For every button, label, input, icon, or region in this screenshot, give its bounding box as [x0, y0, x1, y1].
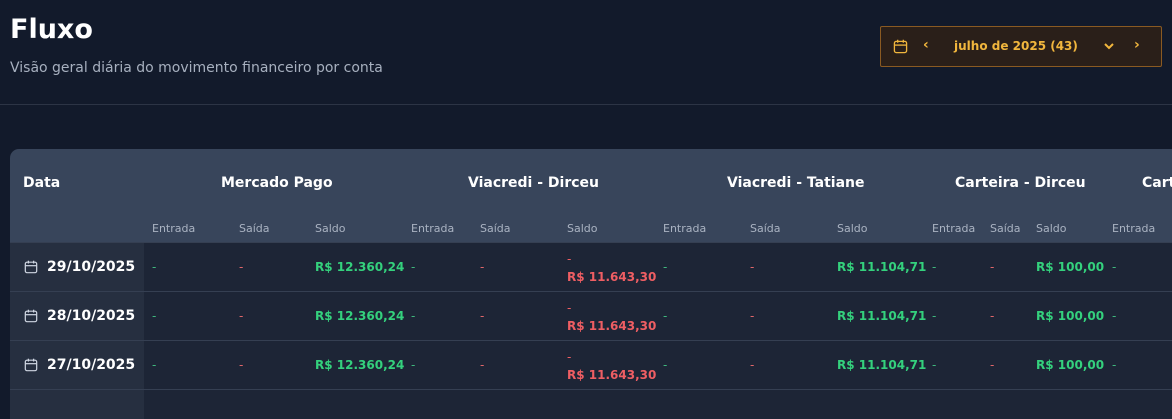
vd-saida: -: [480, 309, 485, 323]
subheader-saida: Saída: [990, 222, 1021, 235]
calendar-icon: [893, 39, 908, 54]
negative-sign: -: [567, 301, 572, 315]
vd-saldo-value: R$ 11.643,30: [567, 368, 657, 382]
mp-saida: -: [239, 358, 244, 372]
vd-saldo-value: R$ 11.643,30: [567, 270, 657, 284]
vd-entrada: -: [411, 260, 416, 274]
subheader-saida: Saída: [750, 222, 781, 235]
page-title: Fluxo: [10, 14, 93, 45]
vd-entrada: -: [411, 309, 416, 323]
page-subtitle: Visão geral diária do movimento financei…: [10, 60, 383, 76]
vd-saida: -: [480, 358, 485, 372]
subheader-saldo: Saldo: [1036, 222, 1067, 235]
cd-entrada: -: [932, 358, 937, 372]
account-header-mercado-pago: Mercado Pago: [221, 175, 333, 191]
row-date: 27/10/2025: [47, 357, 136, 373]
row-date: 29/10/2025: [47, 259, 136, 275]
cd-entrada: -: [932, 309, 937, 323]
calendar-icon: [24, 309, 38, 323]
chevron-left-icon[interactable]: ‹: [923, 37, 929, 53]
c2-entrada: -: [1112, 260, 1117, 274]
date-cell: 27/10/2025: [10, 341, 144, 389]
negative-sign: -: [567, 350, 572, 364]
subheader-saldo: Saldo: [315, 222, 346, 235]
table-row[interactable]: 27/10/2025 - - R$ 12.360,24 - - - R$ 11.…: [10, 340, 1172, 389]
cd-saida: -: [990, 260, 995, 274]
vt-entrada: -: [663, 358, 668, 372]
flow-table: Data Mercado Pago Viacredi - Dirceu Viac…: [10, 149, 1172, 419]
cd-saida: -: [990, 358, 995, 372]
vd-entrada: -: [411, 358, 416, 372]
calendar-icon: [24, 260, 38, 274]
subheader-entrada: Entrada: [411, 222, 455, 235]
table-row[interactable]: 28/10/2025 - - R$ 12.360,24 - - - R$ 11.…: [10, 291, 1172, 340]
mp-entrada: -: [152, 260, 157, 274]
vd-saldo: - R$ 11.643,30: [567, 250, 656, 286]
vt-entrada: -: [663, 309, 668, 323]
subheader-saida: Saída: [239, 222, 270, 235]
chevron-right-icon[interactable]: ›: [1134, 37, 1140, 53]
table-row[interactable]: 29/10/2025 - - R$ 12.360,24 - - - R$ 11.…: [10, 242, 1172, 291]
c2-entrada: -: [1112, 309, 1117, 323]
account-header-cart: Cart: [1142, 175, 1172, 191]
vd-saldo: - R$ 11.643,30: [567, 348, 656, 384]
vt-saldo: R$ 11.104,71: [837, 309, 927, 323]
vt-saldo: R$ 11.104,71: [837, 358, 927, 372]
date-cell: [10, 390, 144, 419]
account-header-carteira-dirceu: Carteira - Dirceu: [955, 175, 1086, 191]
row-date: 28/10/2025: [47, 308, 136, 324]
vd-saida: -: [480, 260, 485, 274]
subheader-saldo: Saldo: [567, 222, 598, 235]
mp-saida: -: [239, 260, 244, 274]
cd-saldo: R$ 100,00: [1036, 260, 1105, 274]
column-header-date: Data: [23, 175, 61, 191]
subheader-entrada: Entrada: [1112, 222, 1156, 235]
subheader-saldo: Saldo: [837, 222, 868, 235]
c2-entrada: -: [1112, 358, 1117, 372]
chevron-down-icon[interactable]: [1103, 40, 1115, 52]
cd-saldo: R$ 100,00: [1036, 358, 1105, 372]
period-selector[interactable]: ‹ julho de 2025 (43) ›: [880, 26, 1162, 67]
vd-saldo-value: R$ 11.643,30: [567, 319, 657, 333]
date-cell: 28/10/2025: [10, 292, 144, 340]
vt-saida: -: [750, 309, 755, 323]
vt-saida: -: [750, 260, 755, 274]
table-header: Data Mercado Pago Viacredi - Dirceu Viac…: [10, 149, 1172, 242]
negative-sign: -: [567, 252, 572, 266]
vt-saida: -: [750, 358, 755, 372]
vt-saldo: R$ 11.104,71: [837, 260, 927, 274]
mp-saida: -: [239, 309, 244, 323]
date-cell: 29/10/2025: [10, 243, 144, 291]
account-header-viacredi-dirceu: Viacredi - Dirceu: [468, 175, 599, 191]
subheader-entrada: Entrada: [663, 222, 707, 235]
cd-saldo: R$ 100,00: [1036, 309, 1105, 323]
subheader-entrada: Entrada: [152, 222, 196, 235]
mp-saldo: R$ 12.360,24: [315, 309, 405, 323]
mp-saldo: R$ 12.360,24: [315, 260, 405, 274]
subheader-saida: Saída: [480, 222, 511, 235]
table-row[interactable]: [10, 389, 1172, 419]
cd-saida: -: [990, 309, 995, 323]
account-header-viacredi-tatiane: Viacredi - Tatiane: [727, 175, 865, 191]
cd-entrada: -: [932, 260, 937, 274]
vd-saldo: - R$ 11.643,30: [567, 299, 656, 335]
mp-entrada: -: [152, 358, 157, 372]
subheader-entrada: Entrada: [932, 222, 976, 235]
mp-entrada: -: [152, 309, 157, 323]
mp-saldo: R$ 12.360,24: [315, 358, 405, 372]
vt-entrada: -: [663, 260, 668, 274]
period-label[interactable]: julho de 2025 (43): [954, 39, 1078, 53]
calendar-icon: [24, 358, 38, 372]
header-divider: [0, 104, 1172, 105]
